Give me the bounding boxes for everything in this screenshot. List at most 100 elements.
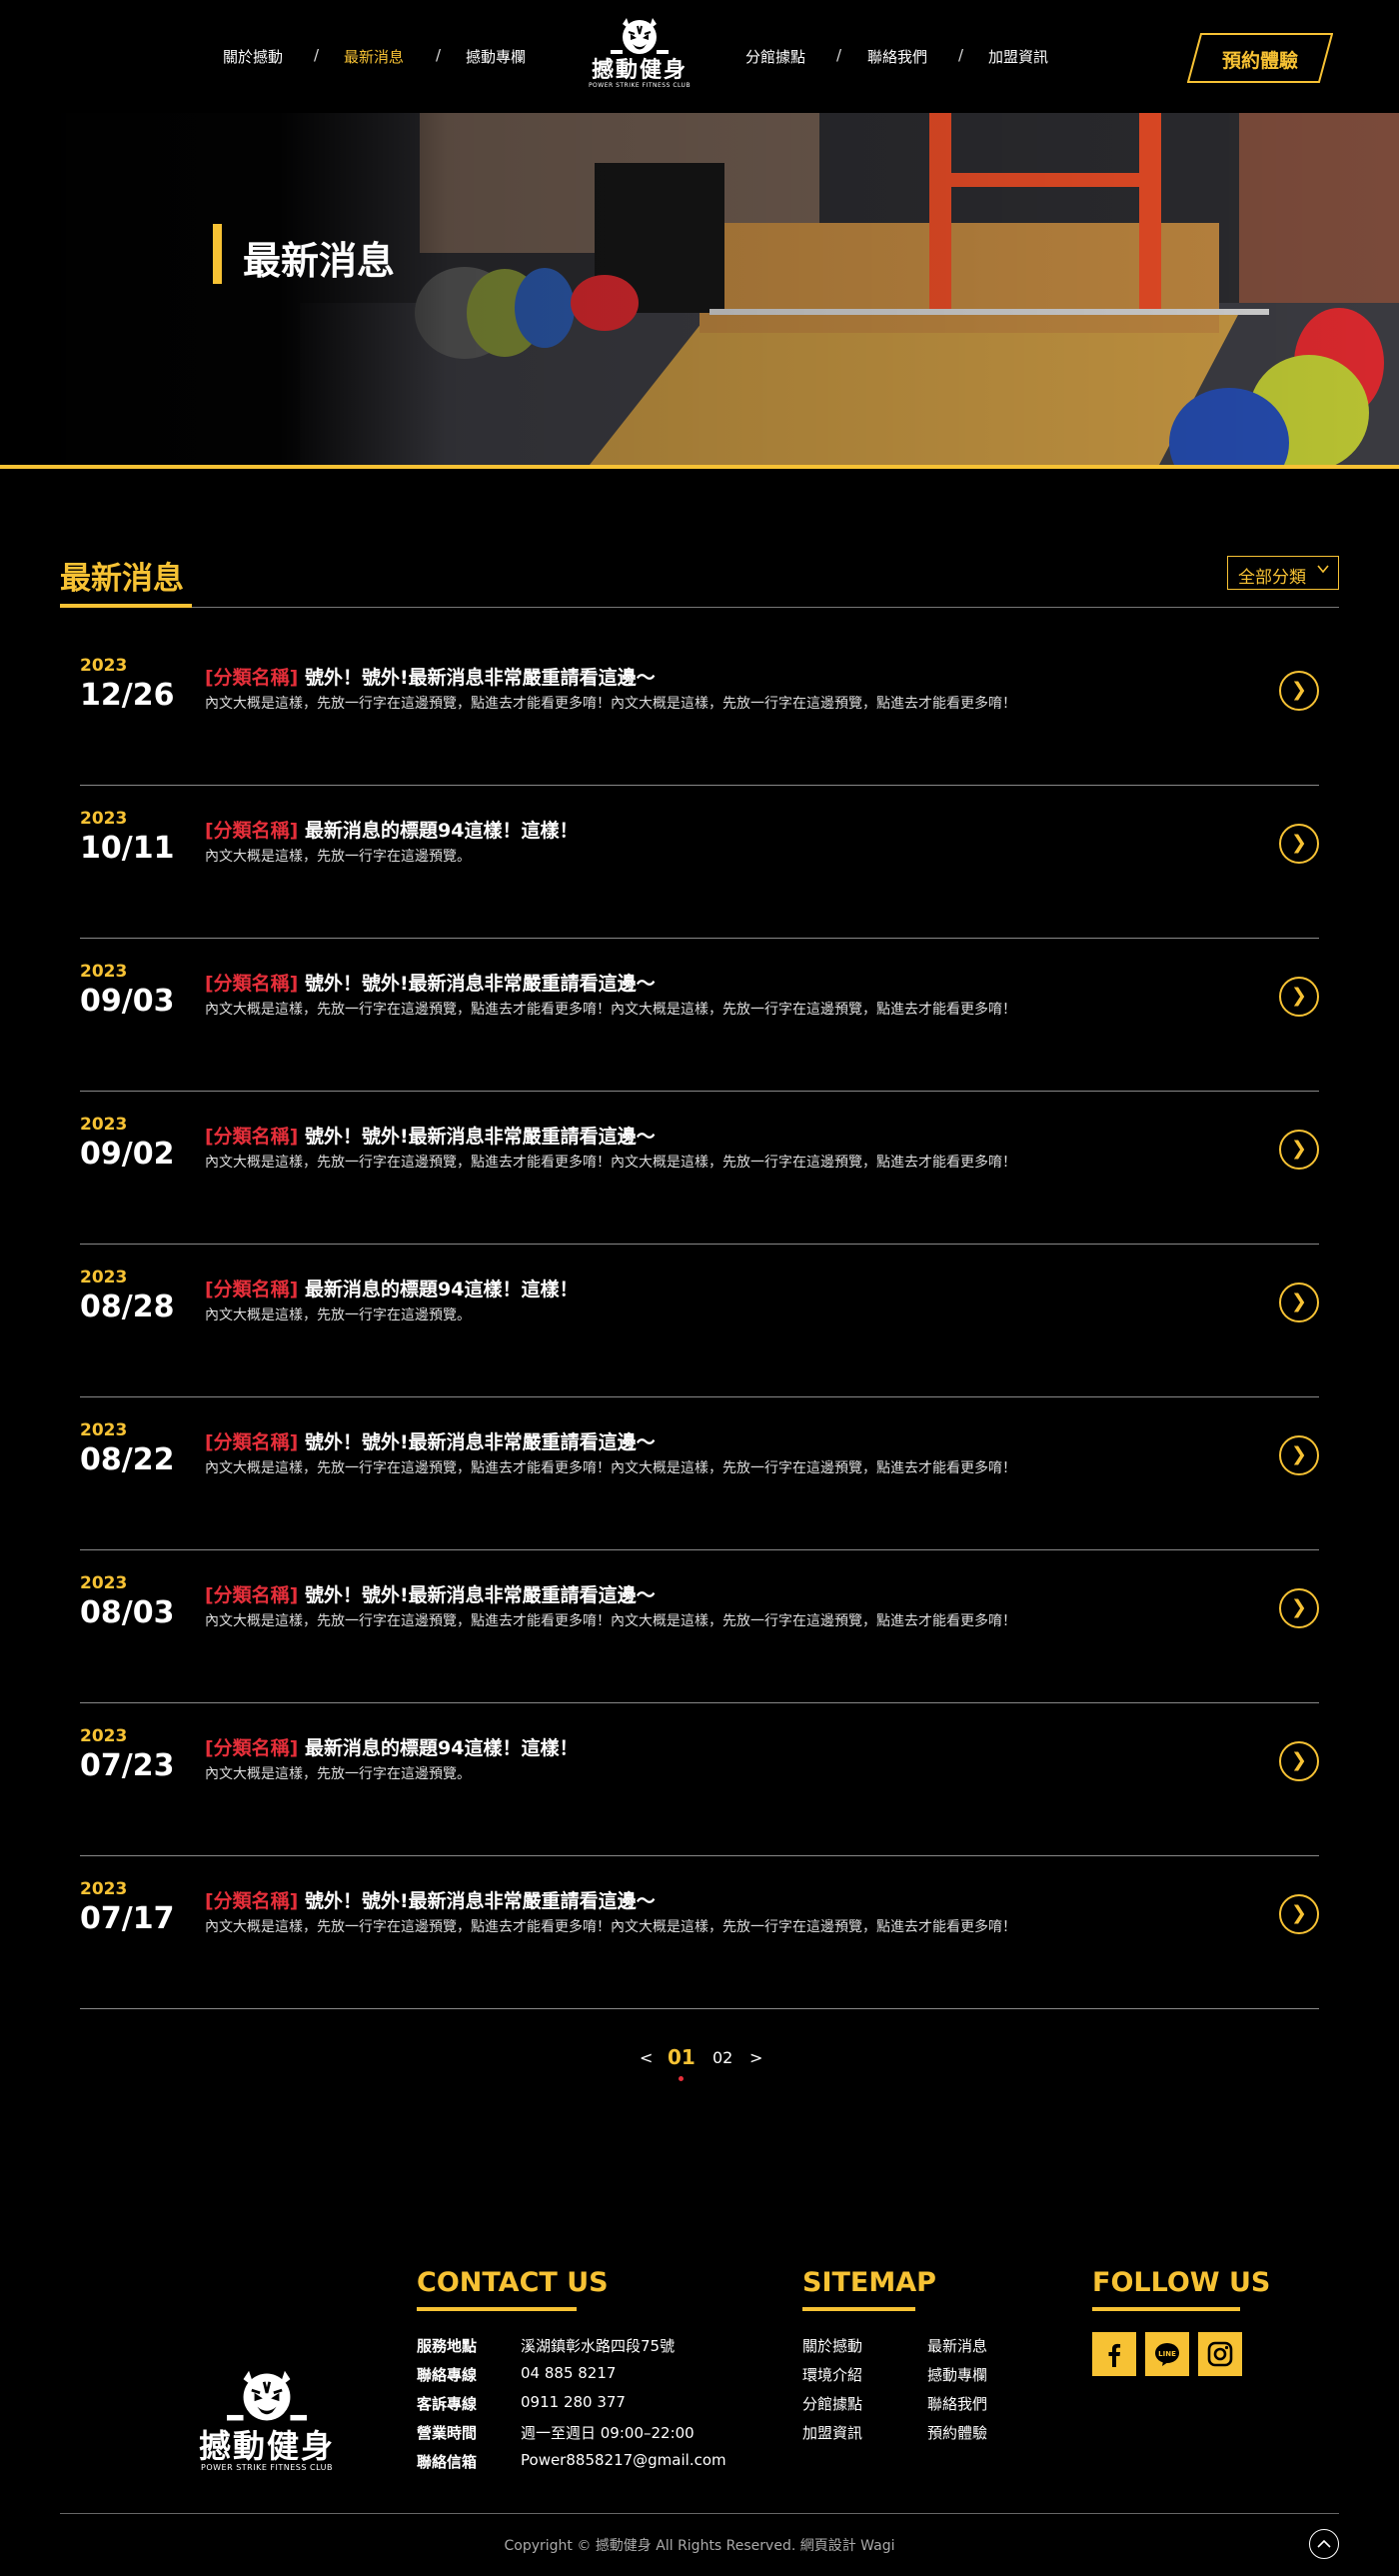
nav-about[interactable]: 關於撼動	[223, 46, 283, 67]
news-title[interactable]: [分類名稱] 號外！號外!最新消息非常嚴重請看這邊～	[205, 1886, 656, 1913]
logo-subtitle: POWER STRIKE FITNESS CLUB	[588, 82, 692, 89]
arrow-right-icon[interactable]: ❯	[1279, 1588, 1319, 1628]
news-item[interactable]: 2023 08/03 [分類名稱] 號外！號外!最新消息非常嚴重請看這邊～ 內文…	[80, 1550, 1319, 1703]
news-title-text: 號外！號外!最新消息非常嚴重請看這邊～	[305, 667, 656, 689]
news-title[interactable]: [分類名稱] 號外！號外!最新消息非常嚴重請看這邊～	[205, 1427, 656, 1454]
arrow-right-icon[interactable]: ❯	[1279, 977, 1319, 1017]
news-excerpt: 內文大概是這樣，先放一行字在這邊預覽，點進去才能看更多唷！內文大概是這樣，先放一…	[205, 696, 1016, 712]
contact-label: 服務地點	[417, 2337, 478, 2355]
section-divider	[60, 607, 1339, 608]
arrow-right-icon[interactable]: ❯	[1279, 1741, 1319, 1781]
news-year: 2023	[80, 1420, 128, 1440]
pagination-prev[interactable]: <	[640, 2048, 653, 2067]
news-item[interactable]: 2023 08/28 [分類名稱] 最新消息的標題94這樣！這樣！ 內文大概是這…	[80, 1245, 1319, 1397]
news-item[interactable]: 2023 12/26 [分類名稱] 號外！號外!最新消息非常嚴重請看這邊～ 內文…	[80, 633, 1319, 786]
news-year: 2023	[80, 962, 128, 982]
arrow-right-icon[interactable]: ❯	[1279, 1435, 1319, 1475]
contact-heading-underline	[417, 2307, 577, 2311]
line-icon[interactable]: LINE	[1145, 2332, 1189, 2376]
news-title-text: 最新消息的標題94這樣！這樣！	[305, 1737, 579, 1759]
contact-hours: 週一至週日 09:00–22:00	[521, 2424, 695, 2442]
facebook-icon[interactable]	[1092, 2332, 1136, 2376]
arrow-right-icon[interactable]: ❯	[1279, 671, 1319, 711]
news-year: 2023	[80, 809, 128, 829]
contact-complaint-phone[interactable]: 0911 280 377	[521, 2393, 626, 2411]
news-date: 10/11	[80, 831, 175, 866]
category-select[interactable]: 全部分類	[1227, 556, 1339, 590]
chevron-up-icon	[1317, 2539, 1331, 2548]
sitemap-link[interactable]: 關於撼動	[802, 2335, 862, 2356]
news-title[interactable]: [分類名稱] 最新消息的標題94這樣！這樣！	[205, 1275, 578, 1301]
news-category: [分類名稱]	[205, 1279, 299, 1300]
news-title-text: 最新消息的標題94這樣！這樣！	[305, 1279, 579, 1300]
nav-separator: /	[958, 46, 964, 64]
news-title[interactable]: [分類名稱] 號外！號外!最新消息非常嚴重請看這邊～	[205, 663, 656, 690]
contact-phone[interactable]: 04 885 8217	[521, 2364, 616, 2382]
news-category: [分類名稱]	[205, 1431, 299, 1453]
back-to-top-button[interactable]	[1309, 2529, 1339, 2559]
pagination-page[interactable]: 02	[712, 2048, 732, 2067]
sitemap-link[interactable]: 聯絡我們	[927, 2393, 987, 2414]
sitemap-link[interactable]: 分館據點	[802, 2393, 862, 2414]
contact-label: 聯絡信箱	[417, 2453, 478, 2471]
instagram-icon[interactable]	[1198, 2332, 1242, 2376]
news-excerpt: 內文大概是這樣，先放一行字在這邊預覽，點進去才能看更多唷！內文大概是這樣，先放一…	[205, 1002, 1016, 1018]
pagination-active-dot	[679, 2076, 684, 2081]
pagination-page-current[interactable]: 01	[668, 2045, 696, 2069]
site-logo[interactable]: 撼動健身 POWER STRIKE FITNESS CLUB	[586, 14, 694, 100]
sitemap-link[interactable]: 最新消息	[927, 2335, 987, 2356]
contact-label: 客訴專線	[417, 2395, 478, 2413]
site-header: 關於撼動 / 最新消息 / 撼動專欄 撼動健身 POWER STRIKE FIT…	[0, 0, 1399, 113]
follow-heading: FOLLOW US	[1092, 2267, 1271, 2298]
news-category: [分類名稱]	[205, 1890, 299, 1912]
news-title[interactable]: [分類名稱] 號外！號外!最新消息非常嚴重請看這邊～	[205, 1122, 656, 1149]
sitemap-link[interactable]: 加盟資訊	[802, 2422, 862, 2443]
news-item[interactable]: 2023 10/11 [分類名稱] 最新消息的標題94這樣！這樣！ 內文大概是這…	[80, 786, 1319, 939]
news-title-text: 號外！號外!最新消息非常嚴重請看這邊～	[305, 1126, 656, 1148]
nav-branches[interactable]: 分館據點	[745, 46, 805, 67]
nav-franchise[interactable]: 加盟資訊	[988, 46, 1048, 67]
news-excerpt: 內文大概是這樣，先放一行字在這邊預覽，點進去才能看更多唷！內文大概是這樣，先放一…	[205, 1919, 1016, 1935]
news-item[interactable]: 2023 08/22 [分類名稱] 號外！號外!最新消息非常嚴重請看這邊～ 內文…	[80, 1397, 1319, 1550]
contact-heading: CONTACT US	[417, 2267, 609, 2298]
hero-title: 最新消息	[243, 239, 396, 283]
sitemap-heading: SITEMAP	[802, 2267, 936, 2298]
nav-contact[interactable]: 聯絡我們	[867, 46, 927, 67]
nav-column[interactable]: 撼動專欄	[466, 46, 526, 67]
contact-label: 營業時間	[417, 2424, 478, 2442]
news-year: 2023	[80, 1879, 128, 1899]
news-excerpt: 內文大概是這樣，先放一行字在這邊預覽，點進去才能看更多唷！內文大概是這樣，先放一…	[205, 1613, 1016, 1629]
news-category: [分類名稱]	[205, 667, 299, 689]
news-date: 08/28	[80, 1289, 175, 1324]
news-category: [分類名稱]	[205, 1584, 299, 1606]
sitemap-heading-underline	[802, 2307, 915, 2311]
news-excerpt: 內文大概是這樣，先放一行字在這邊預覽。	[205, 849, 471, 865]
news-title-text: 號外！號外!最新消息非常嚴重請看這邊～	[305, 973, 656, 995]
news-item[interactable]: 2023 07/17 [分類名稱] 號外！號外!最新消息非常嚴重請看這邊～ 內文…	[80, 1856, 1319, 2009]
news-title[interactable]: [分類名稱] 最新消息的標題94這樣！這樣！	[205, 1733, 578, 1760]
nav-news[interactable]: 最新消息	[344, 46, 404, 67]
sitemap-link[interactable]: 撼動專欄	[927, 2364, 987, 2385]
pagination-next[interactable]: >	[749, 2048, 762, 2067]
arrow-right-icon[interactable]: ❯	[1279, 824, 1319, 864]
news-title-text: 號外！號外!最新消息非常嚴重請看這邊～	[305, 1431, 656, 1453]
contact-email[interactable]: Power8858217@gmail.com	[521, 2451, 726, 2469]
news-date: 07/23	[80, 1748, 175, 1783]
arrow-right-icon[interactable]: ❯	[1279, 1283, 1319, 1322]
news-item[interactable]: 2023 09/03 [分類名稱] 號外！號外!最新消息非常嚴重請看這邊～ 內文…	[80, 939, 1319, 1092]
sitemap-link[interactable]: 預約體驗	[927, 2422, 987, 2443]
news-title[interactable]: [分類名稱] 號外！號外!最新消息非常嚴重請看這邊～	[205, 1580, 656, 1607]
footer-divider	[60, 2513, 1339, 2514]
news-item[interactable]: 2023 07/23 [分類名稱] 最新消息的標題94這樣！這樣！ 內文大概是這…	[80, 1703, 1319, 1856]
book-trial-button[interactable]: 預約體驗	[1187, 33, 1333, 83]
arrow-right-icon[interactable]: ❯	[1279, 1894, 1319, 1934]
sitemap-link[interactable]: 環境介紹	[802, 2364, 862, 2385]
logo-text: 撼動健身	[591, 58, 688, 83]
news-title[interactable]: [分類名稱] 號外！號外!最新消息非常嚴重請看這邊～	[205, 969, 656, 996]
gym-photo-illustration	[0, 113, 1399, 465]
arrow-right-icon[interactable]: ❯	[1279, 1130, 1319, 1170]
news-item[interactable]: 2023 09/02 [分類名稱] 號外！號外!最新消息非常嚴重請看這邊～ 內文…	[80, 1092, 1319, 1245]
nav-separator: /	[436, 46, 442, 64]
news-title[interactable]: [分類名稱] 最新消息的標題94這樣！這樣！	[205, 816, 578, 843]
footer-logo[interactable]: 撼動健身 POWER STRIKE FITNESS CLUB	[194, 2365, 340, 2472]
